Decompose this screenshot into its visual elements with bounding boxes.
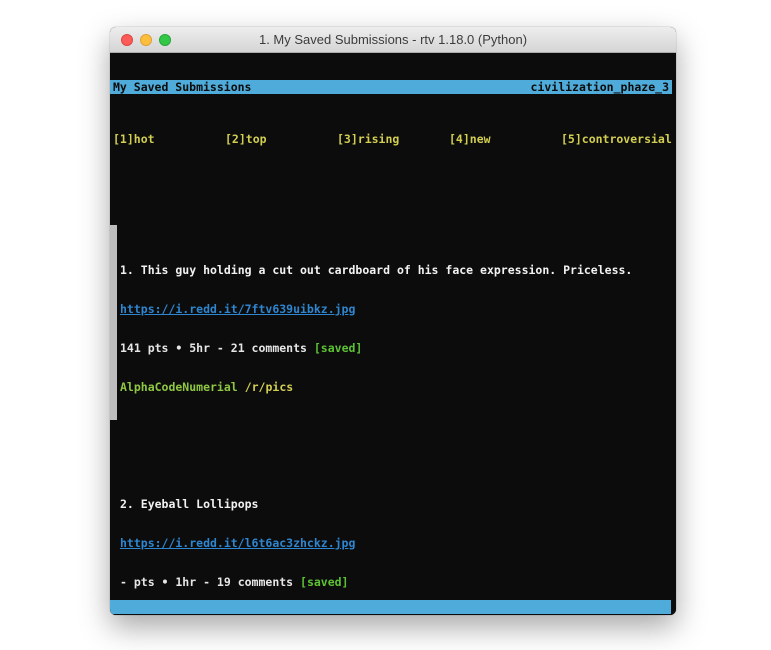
submission-list: 1. This guy holding a cut out cardboard … [110, 185, 676, 615]
sort-tabs: [1]hot [2]top [3]rising [4]new [5]contro… [110, 133, 676, 146]
logged-in-user: civilization_phaze_3 [531, 80, 669, 94]
submission-link[interactable]: https://i.redd.it/l6t6ac3zhckz.jpg [120, 536, 355, 550]
submission-title: 1. This guy holding a cut out cardboard … [120, 264, 673, 277]
page-title: My Saved Submissions [113, 80, 251, 94]
tab-hot[interactable]: [1]hot [113, 133, 225, 146]
minimize-button[interactable] [140, 34, 152, 46]
submission-byline: AlphaCodeNumerial/r/pics [120, 381, 673, 394]
submission-stats: - pts • 1hr - 19 comments [saved] [120, 576, 673, 589]
terminal-window: 1. My Saved Submissions - rtv 1.18.0 (Py… [110, 27, 676, 615]
submission-link[interactable]: https://i.redd.it/7ftv639uibkz.jpg [120, 302, 355, 316]
stats-text: 141 pts • 5hr - 21 comments [120, 341, 314, 355]
saved-badge: [saved] [314, 341, 362, 355]
submission-title: 2. Eyeball Lollipops [120, 498, 673, 511]
header-bar: My Saved Submissions civilization_phaze_… [110, 80, 672, 94]
selection-cursor [110, 225, 117, 420]
tab-new[interactable]: [4]new [449, 133, 561, 146]
window-titlebar[interactable]: 1. My Saved Submissions - rtv 1.18.0 (Py… [110, 27, 676, 53]
tab-controversial[interactable]: [5]controversial [561, 133, 673, 146]
stats-text: - pts • 1hr - 19 comments [120, 575, 300, 589]
subreddit-name[interactable]: /r/pics [245, 380, 293, 394]
submission-stats: 141 pts • 5hr - 21 comments [saved] [120, 342, 673, 355]
saved-badge: [saved] [300, 575, 348, 589]
keyboard-shortcuts: [?]Help [q]Quit [l]Comments [/]Prompt [u… [155, 614, 654, 615]
status-bar: [?]Help [q]Quit [l]Comments [/]Prompt [u… [110, 600, 671, 614]
terminal-content: My Saved Submissions civilization_phaze_… [110, 54, 676, 615]
submission-item-1[interactable]: 1. This guy holding a cut out cardboard … [113, 225, 673, 420]
zoom-button[interactable] [159, 34, 171, 46]
submission-item-2[interactable]: 2. Eyeball Lollipops https://i.redd.it/l… [113, 472, 673, 615]
tab-top[interactable]: [2]top [225, 133, 337, 146]
tab-rising[interactable]: [3]rising [337, 133, 449, 146]
window-title: 1. My Saved Submissions - rtv 1.18.0 (Py… [259, 32, 527, 47]
traffic-lights [121, 34, 171, 46]
close-button[interactable] [121, 34, 133, 46]
author-name[interactable]: AlphaCodeNumerial [120, 380, 238, 394]
